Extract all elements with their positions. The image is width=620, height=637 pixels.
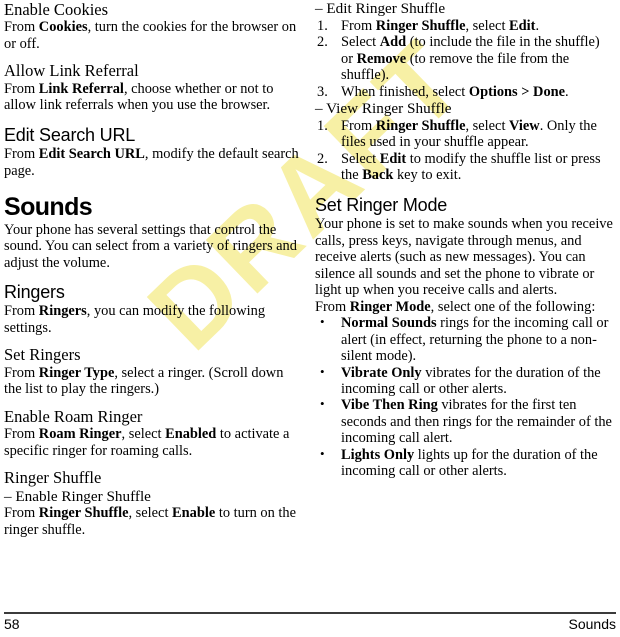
term-ringer-shuffle: Ringer Shuffle (38, 505, 129, 522)
footer-divider (4, 612, 616, 614)
term-roam-ringer: Roam Ringer (38, 426, 122, 443)
term-link-referral: Link Referral (38, 80, 124, 97)
text-pre: Select (341, 34, 380, 51)
text-pre: From (4, 19, 39, 36)
text-post: . (535, 17, 540, 34)
text-mid: , select (465, 117, 510, 134)
footer-row: 58 Sounds (4, 616, 616, 632)
subheading-edit-ringer-shuffle: – Edit Ringer Shuffle (315, 0, 446, 17)
text-post: . (565, 83, 569, 100)
option-name: Vibe Then Ring (341, 397, 438, 414)
term-ringer-mode: Ringer Mode (349, 298, 431, 315)
text-pre: From (341, 17, 376, 34)
paragraph-set-ringer-mode-intro: Your phone is set to make sounds when yo… (315, 216, 613, 299)
left-column: Enable Cookies From Cookies, turn the co… (4, 0, 302, 538)
list-item: 3. When finished, select Options > Done. (315, 84, 613, 100)
list-ringer-mode-options: • Normal Sounds rings for the incoming ca… (315, 314, 613, 480)
list-item: 1. From Ringer Shuffle, select Edit. (315, 18, 613, 34)
list-item: 2. Select Add (to include the file in the… (315, 34, 613, 83)
heading-edit-search-url: Edit Search URL (4, 124, 136, 145)
paragraph-set-ringer-mode-lead: From Ringer Mode, select one of the foll… (315, 299, 613, 315)
term-bold-1: Ringer Shuffle (375, 17, 466, 34)
text-mid: , select (465, 17, 510, 34)
heading-ringer-shuffle: Ringer Shuffle (4, 468, 102, 488)
list-item: • Normal Sounds rings for the incoming ca… (315, 314, 613, 364)
heading-set-ringer-mode: Set Ringer Mode (315, 194, 448, 215)
heading-enable-roam-ringer: Enable Roam Ringer (4, 406, 143, 426)
list-marker: 2. (317, 34, 328, 51)
list-marker: 1. (317, 17, 328, 34)
list-edit-ringer-shuffle-steps: 1. From Ringer Shuffle, select Edit. 2. Se… (315, 18, 613, 100)
paragraph-ringers: From Ringers, you can modify the followi… (4, 303, 302, 336)
heading-enable-cookies: Enable Cookies (4, 0, 109, 19)
list-item: • Lights Only lights up for the duration … (315, 445, 613, 480)
term-enable: Enable (172, 505, 216, 522)
term-bold-2: View (509, 117, 540, 134)
text-mid: , select (128, 505, 173, 522)
text-pre: From (4, 364, 39, 381)
term-ringers: Ringers (38, 303, 87, 320)
heading-ringers: Ringers (4, 282, 65, 303)
page-number: 58 (4, 616, 20, 632)
heading-allow-link-referral: Allow Link Referral (4, 61, 139, 81)
text-pre: When finished, select (341, 83, 469, 100)
text-post: key to exit. (393, 167, 462, 184)
term-enabled: Enabled (165, 426, 217, 443)
heading-set-ringers: Set Ringers (4, 345, 81, 365)
text-pre: Select (341, 150, 380, 167)
list-item: • Vibe Then Ring vibrates for the first t… (315, 396, 613, 447)
bullet-icon: • (320, 363, 325, 379)
term-bold-1: Ringer Shuffle (375, 117, 466, 134)
text-post: , select one of the following: (430, 298, 596, 315)
text-pre: From (4, 505, 39, 522)
bullet-icon: • (320, 445, 325, 461)
paragraph-edit-search-url: From Edit Search URL, modify the default… (4, 146, 302, 179)
right-column: – Edit Ringer Shuffle 1. From Ringer Shuf… (315, 0, 613, 480)
paragraph-enable-roam-ringer: From Roam Ringer, select Enabled to acti… (4, 426, 302, 459)
text-pre: From (341, 117, 376, 134)
list-item: 1. From Ringer Shuffle, select View. Only… (315, 118, 613, 151)
text-mid: , select (121, 426, 166, 443)
heading-sounds: Sounds (4, 193, 93, 222)
option-name: Lights Only (341, 446, 415, 463)
text-pre: From (4, 303, 39, 320)
bullet-icon: • (320, 396, 325, 412)
option-name: Vibrate Only (341, 364, 422, 381)
list-marker: 3. (317, 83, 328, 100)
option-name: Normal Sounds (341, 315, 437, 332)
paragraph-allow-link-referral: From Link Referral, choose whether or no… (4, 81, 302, 114)
term-bold-1: Options > Done (468, 83, 566, 100)
term-bold-2: Remove (356, 50, 407, 67)
paragraph-enable-cookies: From Cookies, turn the cookies for the b… (4, 19, 302, 52)
term-bold-1: Add (379, 34, 407, 51)
term-bold-1: Edit (379, 150, 407, 167)
term-ringer-type: Ringer Type (38, 364, 115, 381)
paragraph-set-ringers: From Ringer Type, select a ringer. (Scro… (4, 365, 302, 398)
term-bold-2: Back (362, 167, 394, 184)
term-cookies: Cookies (38, 19, 88, 36)
text-pre: From (4, 80, 39, 97)
text-pre: From (4, 426, 39, 443)
term-bold-2: Edit (509, 17, 536, 34)
subheading-view-ringer-shuffle: – View Ringer Shuffle (315, 100, 452, 118)
list-marker: 2. (317, 150, 328, 167)
manual-page: Enable Cookies From Cookies, turn the co… (0, 0, 620, 637)
paragraph-sounds-intro: Your phone has several settings that con… (4, 221, 297, 271)
list-view-ringer-shuffle-steps: 1. From Ringer Shuffle, select View. Only… (315, 118, 613, 184)
page-footer: 58 Sounds (4, 612, 616, 632)
text-pre: From (4, 146, 39, 163)
text-pre: From (315, 298, 350, 315)
term-edit-search-url: Edit Search URL (38, 146, 145, 163)
paragraph-enable-ringer-shuffle: From Ringer Shuffle, select Enable to tu… (4, 505, 302, 538)
list-item: 2. Select Edit to modify the shuffle list… (315, 151, 613, 184)
list-marker: 1. (317, 117, 328, 134)
bullet-icon: • (320, 314, 325, 330)
subheading-enable-ringer-shuffle: – Enable Ringer Shuffle (4, 487, 151, 505)
list-item: • Vibrate Only vibrates for the duration … (315, 363, 613, 398)
footer-section-label: Sounds (568, 616, 616, 632)
